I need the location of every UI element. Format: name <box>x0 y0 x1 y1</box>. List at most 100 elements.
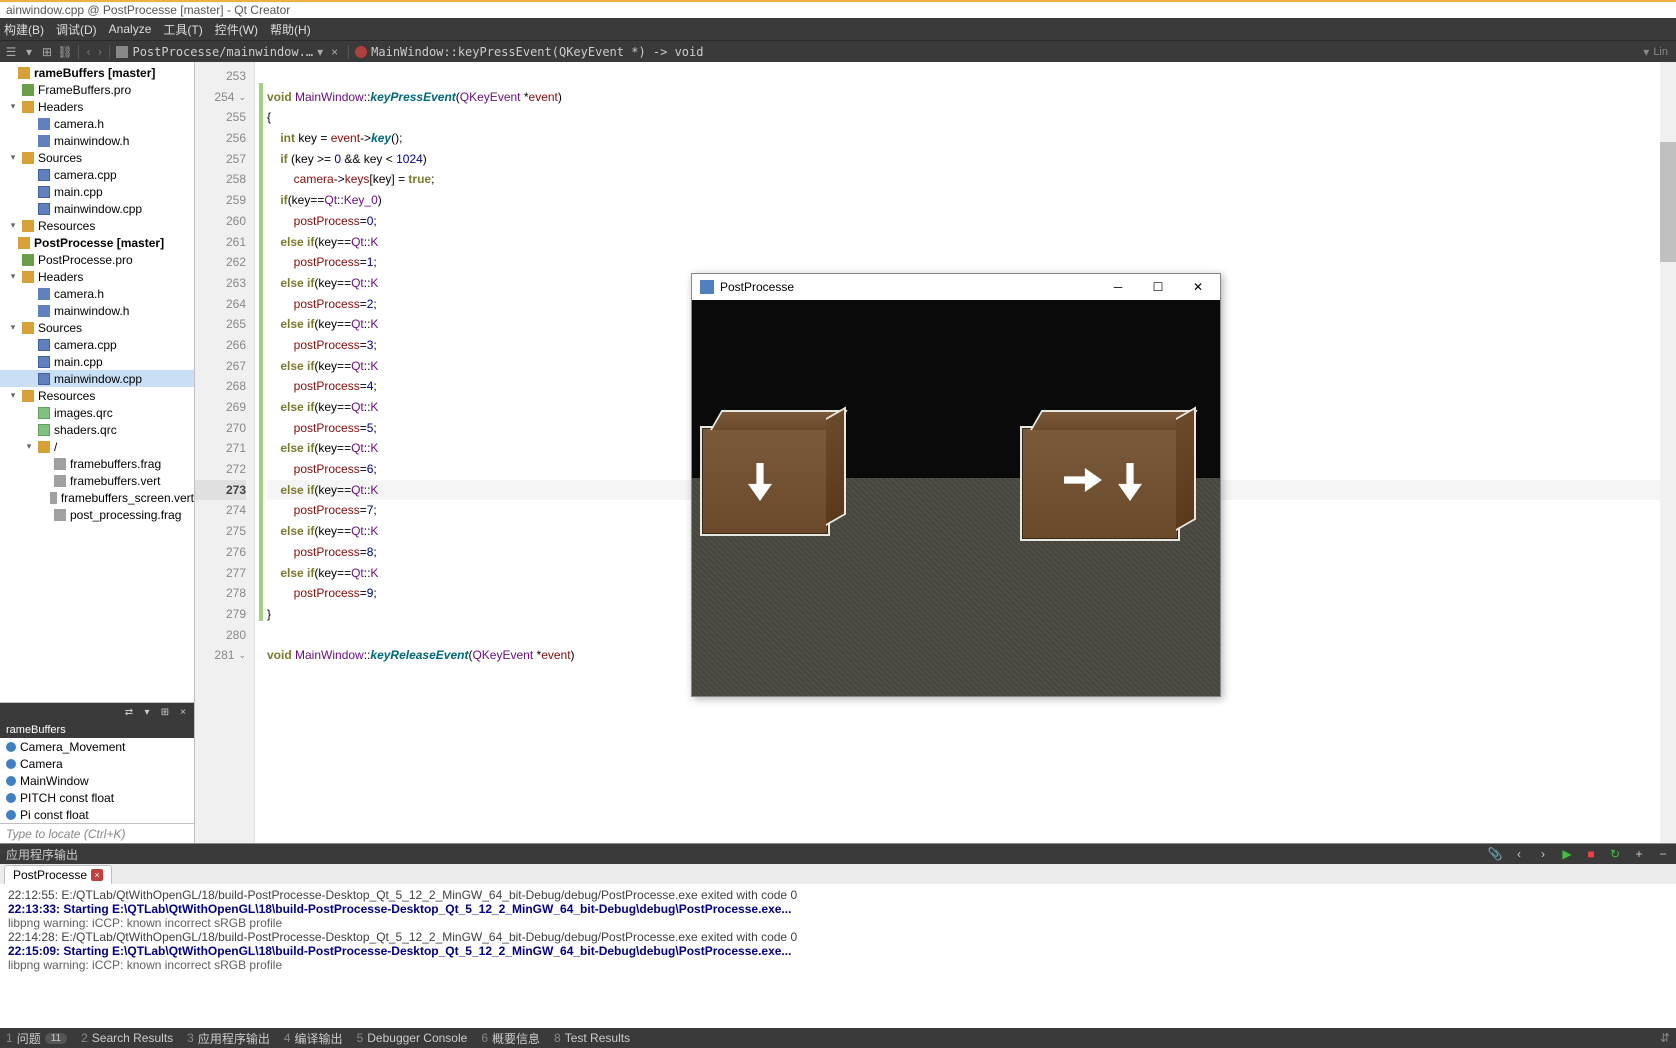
status-item[interactable]: 1 问题11 <box>6 1030 67 1047</box>
locator-input[interactable]: Type to locate (Ctrl+K) <box>0 823 194 843</box>
tree-item[interactable]: camera.cpp <box>0 336 194 353</box>
tree-item[interactable]: PostProcesse.pro <box>0 251 194 268</box>
tree-item[interactable]: camera.cpp <box>0 166 194 183</box>
tree-item[interactable]: camera.h <box>0 285 194 302</box>
h-icon <box>38 135 50 147</box>
tree-item[interactable]: mainwindow.h <box>0 302 194 319</box>
rerun-icon[interactable]: ↻ <box>1608 847 1622 861</box>
attach-icon[interactable]: 📎 <box>1488 847 1502 861</box>
project-filter-icon[interactable]: ☰ <box>4 45 18 59</box>
next-icon[interactable]: › <box>1536 847 1550 861</box>
tree-item[interactable]: mainwindow.cpp <box>0 370 194 387</box>
running-app-window[interactable]: PostProcesse ─ ☐ ✕ <box>691 273 1221 697</box>
tree-item[interactable]: ▾/ <box>0 438 194 455</box>
sync-icon[interactable]: ⇄ <box>122 705 136 719</box>
file-icon <box>54 475 66 487</box>
filter-icon[interactable]: ▾ <box>140 705 154 719</box>
menu-build[interactable]: 构建(B) <box>4 21 44 38</box>
status-item[interactable]: 4 编译输出 <box>284 1030 343 1047</box>
minimize-button[interactable]: ─ <box>1098 274 1138 300</box>
scrollbar-thumb[interactable] <box>1660 142 1676 262</box>
outline-item[interactable]: Pi const float <box>0 806 194 823</box>
tree-item[interactable]: framebuffers.vert <box>0 472 194 489</box>
output-tab-postprocesse[interactable]: PostProcesse × <box>4 865 112 884</box>
output-tab-label: PostProcesse <box>13 868 87 882</box>
nav-back-icon[interactable]: ‹ <box>85 45 92 59</box>
tree-item[interactable]: ▾Resources <box>0 387 194 404</box>
plus-icon[interactable]: + <box>1632 847 1646 861</box>
project-sidebar: rameBuffers [master]FrameBuffers.pro▾Hea… <box>0 62 195 843</box>
close-button[interactable]: ✕ <box>1178 274 1218 300</box>
tree-item[interactable]: framebuffers_screen.vert <box>0 489 194 506</box>
app-titlebar[interactable]: PostProcesse ─ ☐ ✕ <box>692 274 1220 300</box>
split-icon[interactable]: ⊞ <box>158 705 172 719</box>
nav-fwd-icon[interactable]: › <box>96 45 103 59</box>
run-icon[interactable]: ▶ <box>1560 847 1574 861</box>
stop-icon[interactable]: ■ <box>1584 847 1598 861</box>
tree-item[interactable]: mainwindow.cpp <box>0 200 194 217</box>
tree-item[interactable]: mainwindow.h <box>0 132 194 149</box>
menu-debug[interactable]: 调试(D) <box>56 21 97 38</box>
pro-icon <box>22 84 34 96</box>
close-tab-icon[interactable]: × <box>327 45 342 59</box>
tree-item[interactable]: rameBuffers [master] <box>0 64 194 81</box>
vertical-scrollbar[interactable] <box>1660 62 1676 843</box>
tree-item[interactable]: ▾Headers <box>0 268 194 285</box>
tree-item-label: framebuffers_screen.vert <box>61 491 194 505</box>
status-item[interactable]: 3 应用程序输出 <box>187 1030 270 1047</box>
tree-item-label: Sources <box>38 321 82 335</box>
close-tab-icon[interactable]: × <box>91 869 103 881</box>
tree-item[interactable]: main.cpp <box>0 353 194 370</box>
output-body[interactable]: 22:12:55: E:/QTLab/QtWithOpenGL/18/build… <box>0 884 1676 1028</box>
maximize-button[interactable]: ☐ <box>1138 274 1178 300</box>
tree-item[interactable]: ▾Sources <box>0 319 194 336</box>
method-icon <box>355 46 367 58</box>
filter-icon[interactable]: ▾ <box>22 45 36 59</box>
cpp-icon <box>38 203 50 215</box>
breadcrumb-path[interactable]: PostProcesse/mainwindow.… <box>132 45 313 59</box>
menu-analyze[interactable]: Analyze <box>109 22 152 36</box>
outline-item[interactable]: PITCH const float <box>0 789 194 806</box>
tree-item[interactable]: ▾Resources <box>0 217 194 234</box>
menu-help[interactable]: 帮助(H) <box>270 21 311 38</box>
status-item[interactable]: 2 Search Results <box>81 1030 173 1047</box>
status-item[interactable]: 5 Debugger Console <box>357 1030 468 1047</box>
breadcrumb-chevron-icon: ▾ <box>317 45 323 59</box>
link-icon[interactable]: ⛓ <box>58 45 72 59</box>
opengl-viewport[interactable] <box>692 300 1220 696</box>
tree-item-label: framebuffers.vert <box>70 474 160 488</box>
status-item[interactable]: 6 概要信息 <box>481 1030 540 1047</box>
project-tree[interactable]: rameBuffers [master]FrameBuffers.pro▾Hea… <box>0 62 194 702</box>
breadcrumb-symbol[interactable]: MainWindow::keyPressEvent(QKeyEvent *) -… <box>371 45 703 59</box>
output-header: 应用程序输出 📎 ‹ › ▶ ■ ↻ + − <box>0 844 1676 864</box>
code-area[interactable]: 253254⌄255256257258259260261262263264265… <box>195 62 1676 843</box>
breadcrumb-dropdown-icon[interactable]: ▾ <box>1643 45 1649 59</box>
status-item[interactable]: 8 Test Results <box>554 1030 630 1047</box>
outline-item[interactable]: Camera_Movement <box>0 738 194 755</box>
outline-item[interactable]: MainWindow <box>0 772 194 789</box>
tree-item[interactable]: post_processing.frag <box>0 506 194 523</box>
h-icon <box>38 118 50 130</box>
outline-panel: ⇄ ▾ ⊞ × rameBuffers Camera_MovementCamer… <box>0 702 194 823</box>
tree-item[interactable]: shaders.qrc <box>0 421 194 438</box>
minus-icon[interactable]: − <box>1656 847 1670 861</box>
tree-item[interactable]: images.qrc <box>0 404 194 421</box>
outline-item[interactable]: Camera <box>0 755 194 772</box>
tree-item[interactable]: framebuffers.frag <box>0 455 194 472</box>
folder-icon <box>18 67 30 79</box>
add-icon[interactable]: ⊞ <box>40 45 54 59</box>
close-panel-icon[interactable]: × <box>176 705 190 719</box>
tree-item[interactable]: camera.h <box>0 115 194 132</box>
tree-item-label: main.cpp <box>54 355 103 369</box>
tree-item[interactable]: PostProcesse [master] <box>0 234 194 251</box>
menu-tools[interactable]: 工具(T) <box>163 21 202 38</box>
tree-item[interactable]: ▾Headers <box>0 98 194 115</box>
menu-widgets[interactable]: 控件(W) <box>215 21 258 38</box>
tree-item[interactable]: FrameBuffers.pro <box>0 81 194 98</box>
tree-item[interactable]: main.cpp <box>0 183 194 200</box>
line-gutter[interactable]: 253254⌄255256257258259260261262263264265… <box>195 62 255 843</box>
status-arrows-icon[interactable]: ⇵ <box>1660 1031 1670 1045</box>
tree-item[interactable]: ▾Sources <box>0 149 194 166</box>
tree-item-label: framebuffers.frag <box>70 457 161 471</box>
prev-icon[interactable]: ‹ <box>1512 847 1526 861</box>
